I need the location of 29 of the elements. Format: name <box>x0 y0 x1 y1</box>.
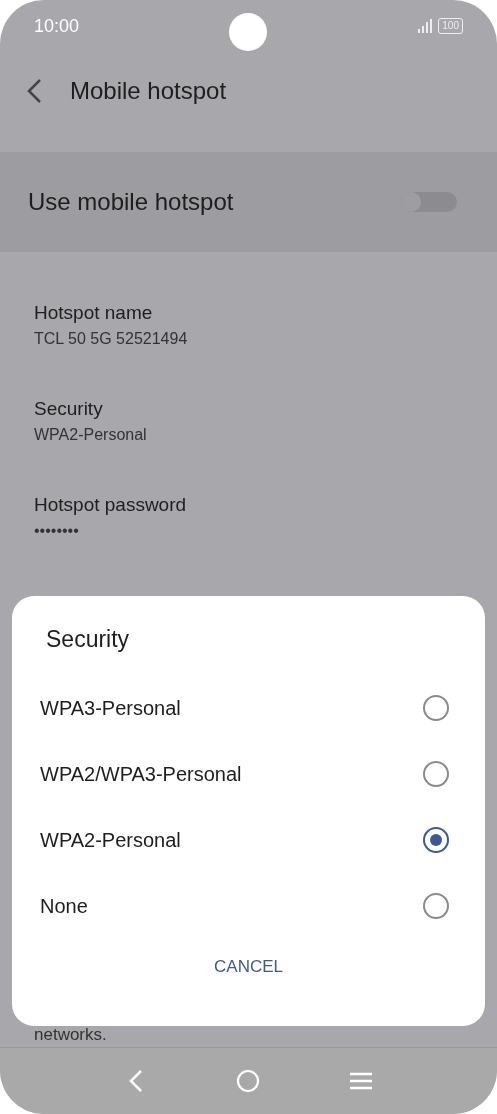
security-option[interactable]: WPA2/WPA3-Personal <box>12 741 485 807</box>
option-label: WPA2-Personal <box>40 828 181 852</box>
option-label: None <box>40 894 88 918</box>
setting-label[interactable]: Security <box>34 398 497 420</box>
setting-value: •••••••• <box>34 522 80 540</box>
note-text: networks. <box>33 1025 108 1045</box>
cancel-button[interactable]: CANCEL <box>202 949 295 985</box>
security-option[interactable]: None <box>12 873 485 939</box>
camera-cutout <box>229 13 267 51</box>
security-option[interactable]: WPA2-Personal <box>12 807 485 873</box>
security-option[interactable]: WPA3-Personal <box>12 675 485 741</box>
option-label: WPA3-Personal <box>40 696 181 720</box>
page-title: Mobile hotspot <box>70 77 227 105</box>
option-label: WPA2/WPA3-Personal <box>40 762 242 786</box>
setting-label[interactable]: Hotspot password <box>34 494 497 516</box>
setting-label[interactable]: Hotspot name <box>34 302 497 324</box>
clock: 10:00 <box>34 15 80 37</box>
radio-button[interactable] <box>423 827 449 853</box>
battery-level: 100 <box>438 18 463 34</box>
radio-button[interactable] <box>423 893 449 919</box>
setting-value: WPA2-Personal <box>34 426 148 444</box>
setting-value: TCL 50 5G 52521494 <box>34 330 189 348</box>
switch-label: Use mobile hotspot <box>28 188 234 216</box>
back-icon[interactable] <box>26 78 42 104</box>
dialog-title: Security <box>46 626 131 653</box>
radio-button[interactable] <box>423 695 449 721</box>
signal-icon <box>418 19 433 33</box>
radio-button[interactable] <box>423 761 449 787</box>
master-switch-row[interactable]: Use mobile hotspot <box>0 152 497 252</box>
